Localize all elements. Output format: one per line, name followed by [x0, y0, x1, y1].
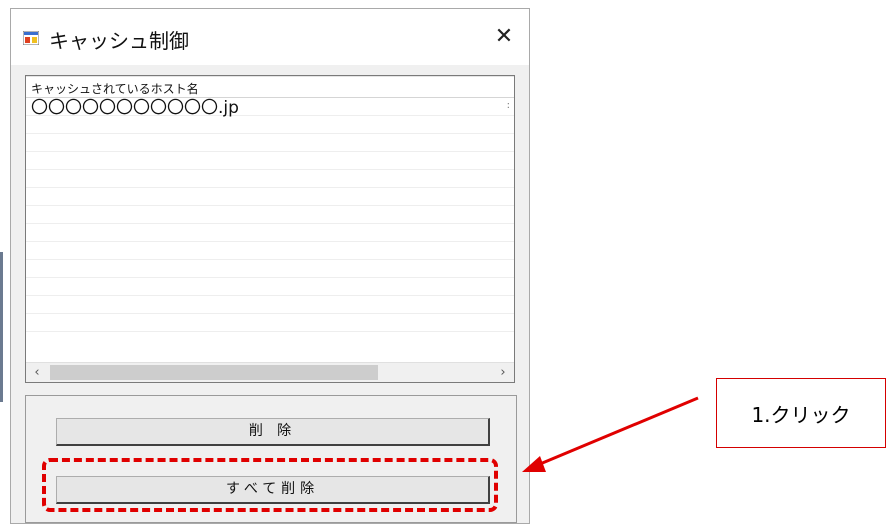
host-name: 〇〇〇〇〇〇〇〇〇〇〇.jp [31, 98, 239, 118]
list-item[interactable] [26, 206, 514, 224]
list-item[interactable] [26, 278, 514, 296]
delete-all-highlight [42, 458, 498, 512]
horizontal-scrollbar[interactable]: ‹ › [26, 362, 514, 382]
column-header[interactable]: キャッシュされているホスト名 [26, 76, 514, 98]
list-item[interactable] [26, 224, 514, 242]
host-rows: 〇〇〇〇〇〇〇〇〇〇〇.jp : [26, 98, 514, 332]
list-item[interactable] [26, 170, 514, 188]
cache-control-dialog: キャッシュ制御 ✕ キャッシュされているホスト名 〇〇〇〇〇〇〇〇〇〇〇.jp … [10, 8, 530, 524]
instruction-callout: 1.クリック [716, 378, 886, 448]
list-item[interactable] [26, 296, 514, 314]
list-item[interactable]: 〇〇〇〇〇〇〇〇〇〇〇.jp : [26, 98, 514, 118]
row-overflow-mark: : [506, 100, 510, 111]
list-item[interactable] [26, 242, 514, 260]
callout-text: 1.クリック [751, 402, 851, 427]
title-bar[interactable]: キャッシュ制御 ✕ [11, 9, 529, 65]
list-item[interactable] [26, 188, 514, 206]
scroll-right-icon[interactable]: › [492, 363, 514, 382]
dialog-title: キャッシュ制御 [49, 29, 189, 53]
scroll-left-icon[interactable]: ‹ [26, 363, 48, 382]
left-edge-bar [0, 252, 3, 402]
column-header-label: キャッシュされているホスト名 [31, 82, 199, 96]
list-item[interactable] [26, 260, 514, 278]
cached-hosts-listview[interactable]: キャッシュされているホスト名 〇〇〇〇〇〇〇〇〇〇〇.jp : ‹ › [25, 75, 515, 383]
app-icon [23, 31, 39, 45]
list-item[interactable] [26, 116, 514, 134]
delete-button[interactable]: 削 除 [56, 418, 490, 446]
list-item[interactable] [26, 314, 514, 332]
close-icon[interactable]: ✕ [487, 21, 521, 53]
scroll-thumb[interactable] [50, 365, 378, 380]
list-item[interactable] [26, 152, 514, 170]
list-item[interactable] [26, 134, 514, 152]
